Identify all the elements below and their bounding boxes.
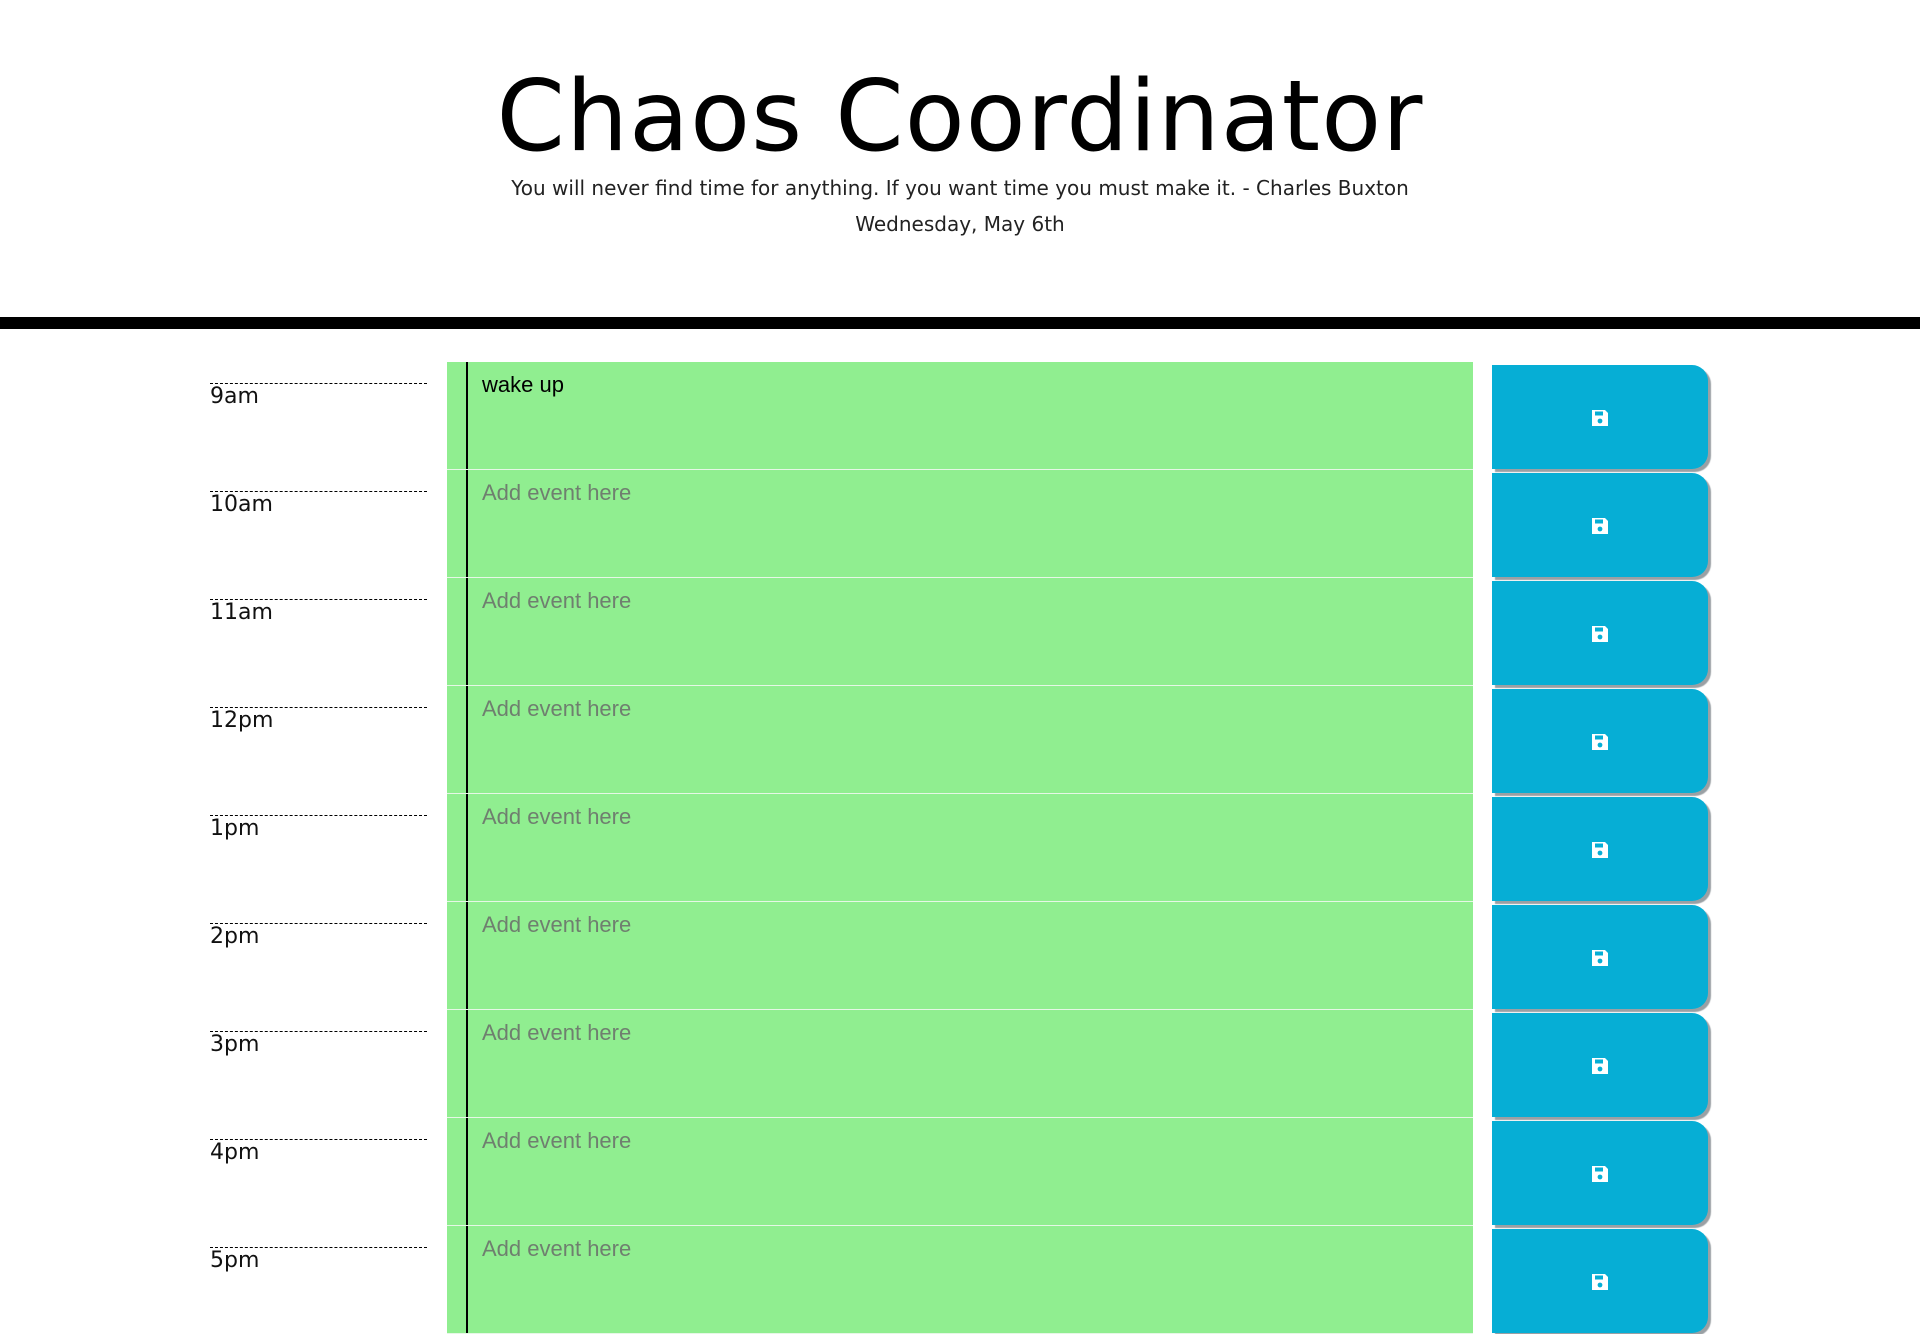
event-input[interactable] [482,1236,1462,1324]
save-button[interactable] [1492,1229,1708,1333]
time-block-row: 2pm [0,902,1920,1010]
event-input[interactable] [482,1128,1462,1216]
event-slot [447,470,1473,578]
save-button[interactable] [1492,905,1708,1009]
event-slot [447,794,1473,902]
time-block-row: 10am [0,470,1920,578]
save-button[interactable] [1492,797,1708,901]
event-input[interactable] [482,480,1462,568]
event-slot [447,902,1473,1010]
time-block-row: 4pm [0,1118,1920,1226]
event-input[interactable] [482,804,1462,892]
quote-text: You will never find time for anything. I… [511,176,1409,200]
time-block-row: 12pm [0,686,1920,794]
floppy-disk-icon [1592,1274,1608,1290]
time-block-row: 5pm [0,1226,1920,1334]
hour-label: 5pm [210,1247,427,1274]
hour-label: 10am [210,491,427,518]
hour-label: 9am [210,383,427,410]
event-slot [447,1010,1473,1118]
time-block-row: 11am [0,578,1920,686]
event-slot [447,1226,1473,1334]
hour-label: 2pm [210,923,427,950]
hour-label: 12pm [210,707,427,734]
event-input[interactable] [482,1020,1462,1108]
save-button[interactable] [1492,1013,1708,1117]
save-button[interactable] [1492,365,1708,469]
header: Chaos Coordinator You will never find ti… [0,0,1920,329]
time-block-row: 3pm [0,1010,1920,1118]
time-block-row: 9am wake up [0,362,1920,470]
event-input[interactable] [482,696,1462,784]
save-button[interactable] [1492,1121,1708,1225]
header-divider [0,317,1920,329]
floppy-disk-icon [1592,1058,1608,1074]
save-button[interactable] [1492,473,1708,577]
floppy-disk-icon [1592,950,1608,966]
event-input[interactable]: wake up [482,372,1462,460]
floppy-disk-icon [1592,1166,1608,1182]
hour-label: 1pm [210,815,427,842]
page-title: Chaos Coordinator [496,60,1424,174]
event-slot: wake up [447,362,1473,470]
save-button[interactable] [1492,689,1708,793]
event-slot [447,1118,1473,1226]
hour-label: 4pm [210,1139,427,1166]
event-slot [447,686,1473,794]
event-input[interactable] [482,588,1462,676]
floppy-disk-icon [1592,626,1608,642]
time-block-row: 1pm [0,794,1920,902]
save-button[interactable] [1492,581,1708,685]
current-date: Wednesday, May 6th [855,212,1065,236]
floppy-disk-icon [1592,518,1608,534]
hour-label: 11am [210,599,427,626]
floppy-disk-icon [1592,410,1608,426]
event-slot [447,578,1473,686]
hour-label: 3pm [210,1031,427,1058]
floppy-disk-icon [1592,734,1608,750]
floppy-disk-icon [1592,842,1608,858]
event-input[interactable] [482,912,1462,1000]
